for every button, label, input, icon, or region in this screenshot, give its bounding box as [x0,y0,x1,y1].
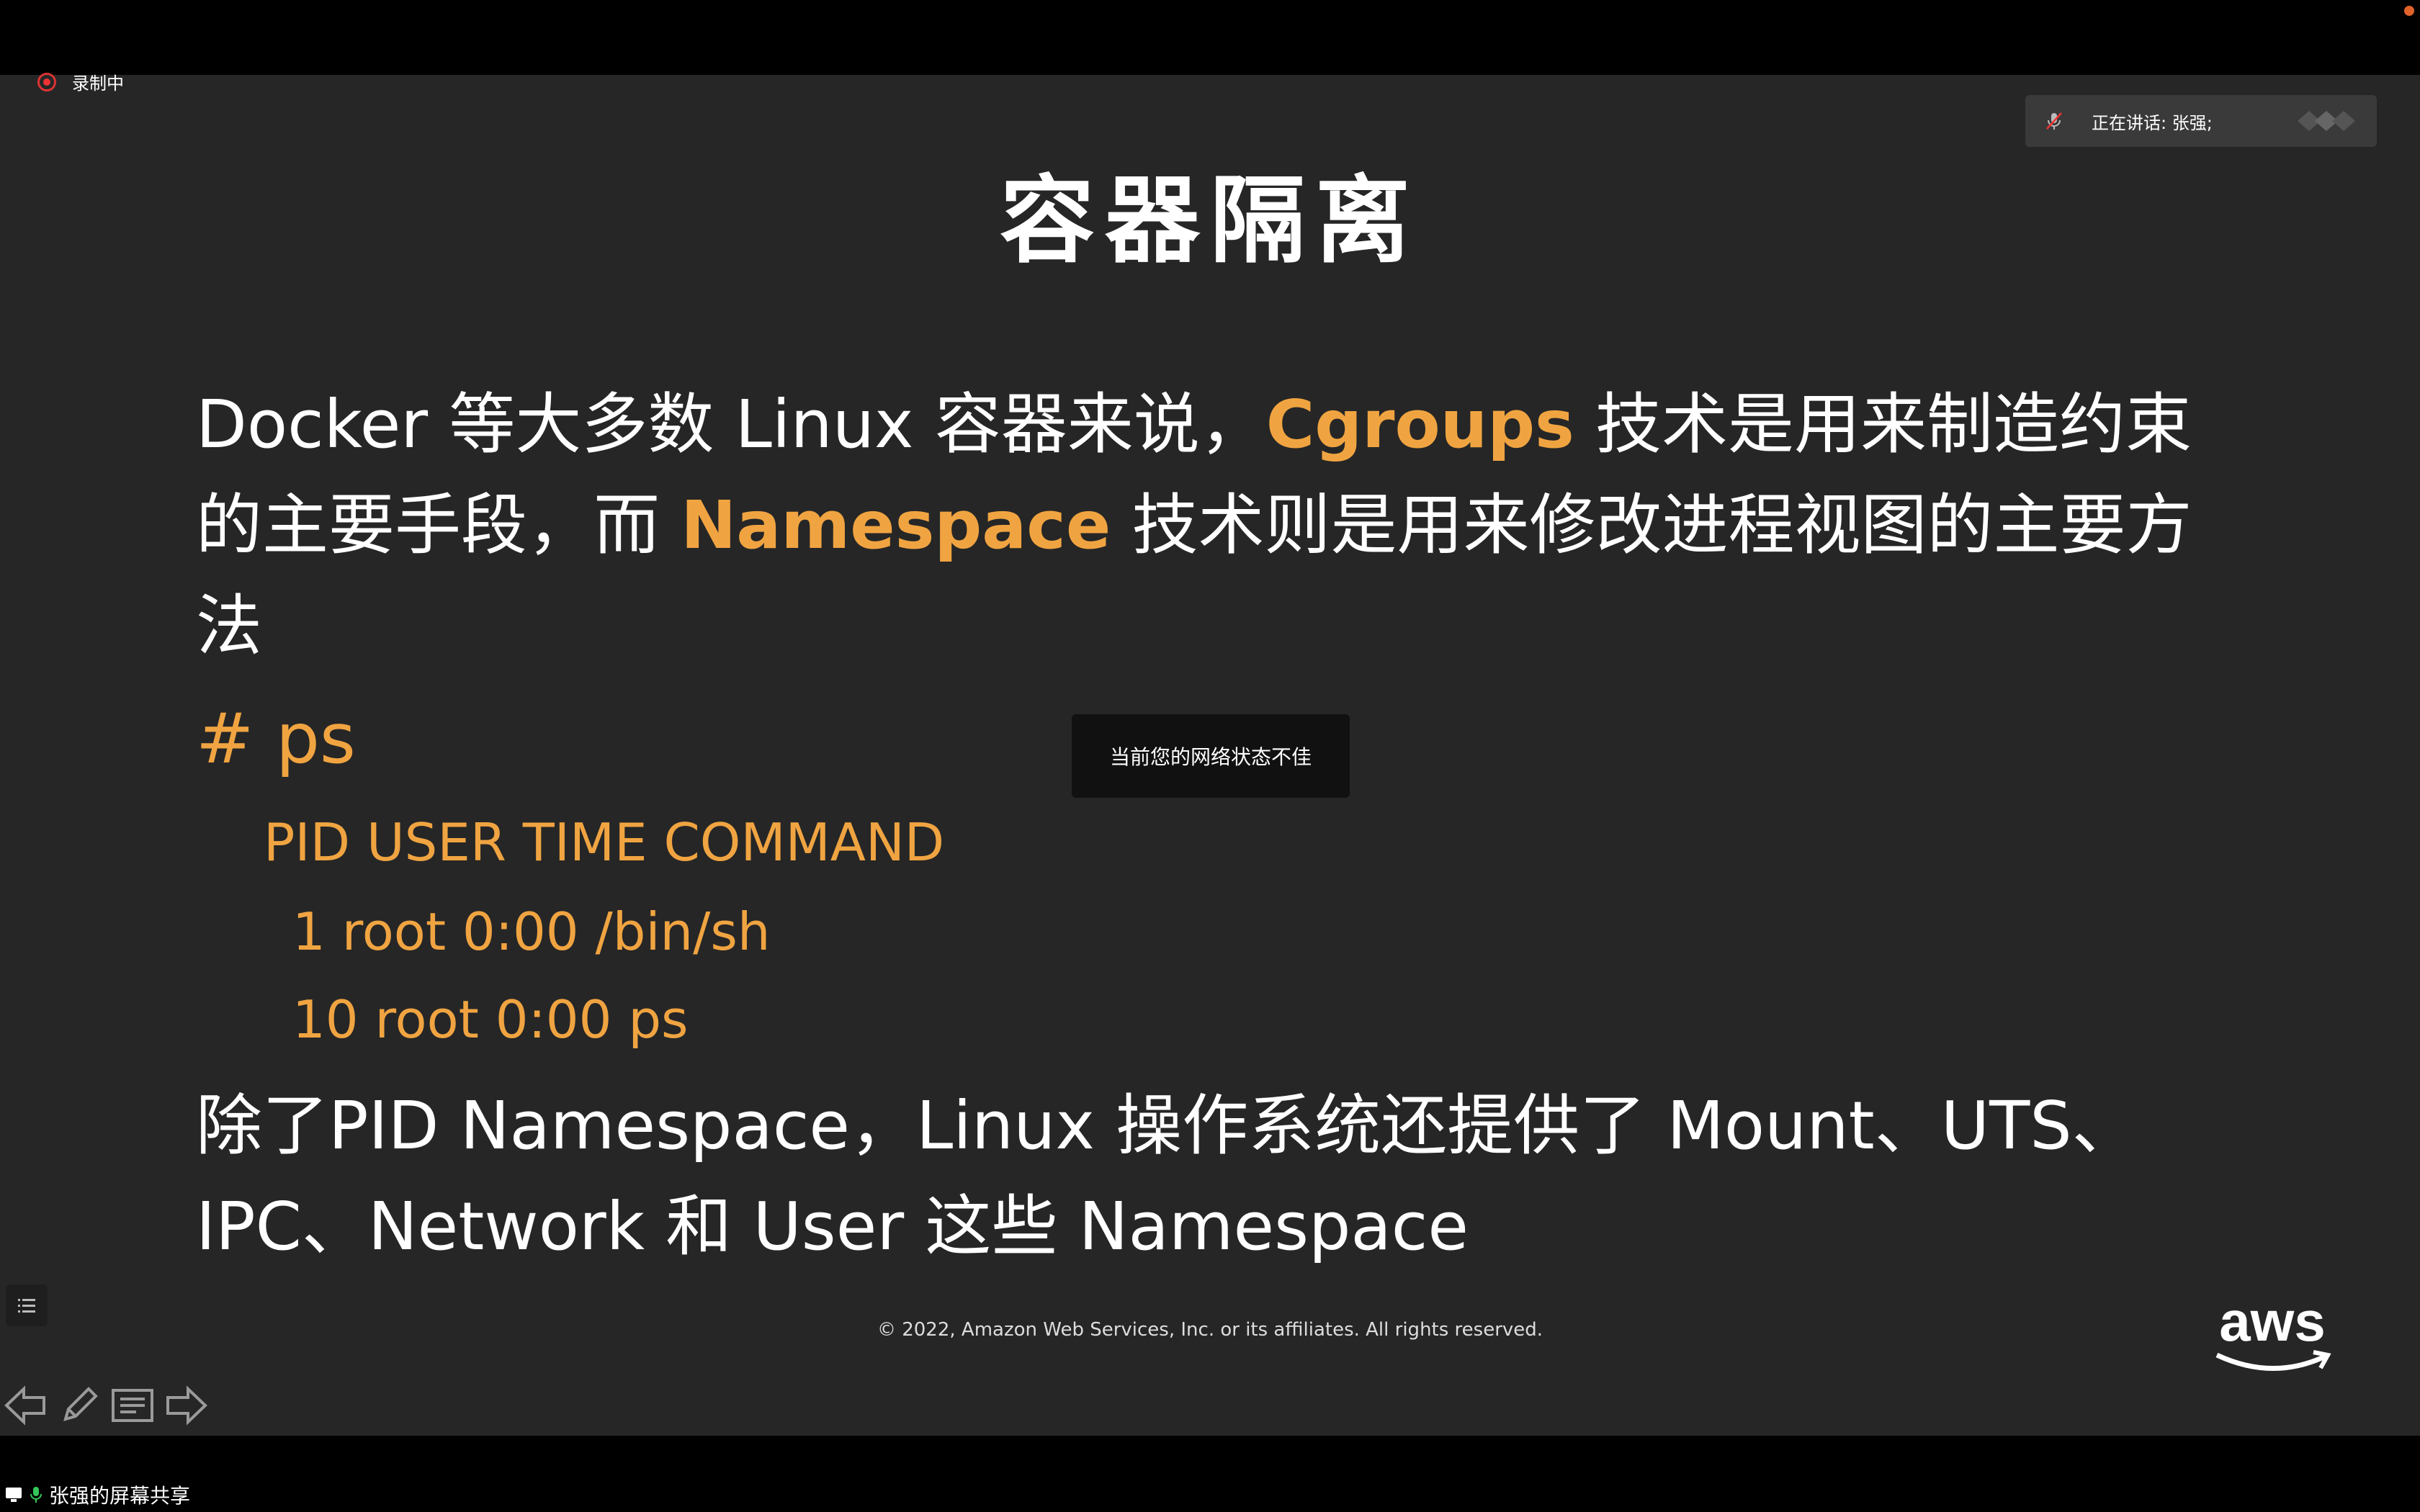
para1-text-1: Docker 等大多数 Linux 容器来说， [196,386,1266,463]
recording-indicator: 录制中 [37,69,124,94]
recording-label: 录制中 [72,73,124,94]
para1-text-4: 技术则是用来修改进程视图的主要方 [1111,487,2192,564]
code-prompt: # ps [196,698,356,779]
highlight-cgroups: Cgroups [1265,386,1574,463]
notes-button[interactable] [109,1382,156,1428]
notes-icon [112,1389,153,1422]
aws-logo-text: aws [2219,1296,2325,1353]
mic-active-icon [30,1487,42,1503]
next-arrow-icon [166,1385,207,1426]
previous-button[interactable] [3,1382,49,1428]
bottom-bar [0,1436,2420,1512]
screen-share-label: 张强的屏幕共享 [4,1480,190,1509]
record-icon [37,72,56,91]
aws-logo: aws [2215,1296,2331,1371]
screen-share-text: 张强的屏幕共享 [49,1484,191,1508]
pen-icon [63,1387,98,1421]
para1-text-5: 法 [196,588,263,665]
next-button[interactable] [163,1382,209,1428]
status-dot [2404,6,2414,16]
speaker-indicator: 正在讲话: 张强; [2025,95,2377,147]
screen-share-icon [6,1488,22,1502]
top-bar [0,0,2420,75]
network-warning-toast: 当前您的网络状态不佳 [1072,714,1350,798]
code-header: PID USER TIME COMMAND [264,812,945,873]
previous-arrow-icon [4,1385,45,1426]
list-icon [18,1299,35,1313]
slide-title: 容器隔离 [1000,166,1420,276]
highlight-namespace: Namespace [681,487,1111,564]
meeting-logo-icon [2298,111,2355,131]
outline-button[interactable] [6,1284,48,1326]
copyright-footer: © 2022, Amazon Web Services, Inc. or its… [877,1319,1543,1341]
mic-muted-icon [2040,107,2069,135]
paragraph-1-line-1: Docker 等大多数 Linux 容器来说，Cgroups 技术是用来制造约束 [196,374,2227,475]
paragraph-2-line-2: IPC、Network 和 User 这些 Namespace [196,1188,1469,1265]
slide-paragraph-1: Docker 等大多数 Linux 容器来说，Cgroups 技术是用来制造约束… [196,374,2227,677]
paragraph-1-line-2: 的主要手段，而 Namespace 技术则是用来修改进程视图的主要方 [196,475,2227,576]
code-row-1: 1 root 0:00 /bin/sh [292,901,771,962]
para1-text-2: 技术是用来制造约束 [1574,386,2192,463]
speaker-label: 正在讲话: 张强; [2092,112,2213,133]
pen-button[interactable] [56,1382,102,1428]
paragraph-1-line-3: 法 [196,576,2227,677]
slide-toolbar [3,1382,209,1428]
code-row-2: 10 root 0:00 ps [292,989,689,1050]
slide-paragraph-2: 除了PID Namespace，Linux 操作系统还提供了 Mount、UTS… [196,1076,2227,1277]
paragraph-2-line-1: 除了PID Namespace，Linux 操作系统还提供了 Mount、UTS… [196,1087,2138,1164]
para1-text-3: 的主要手段，而 [196,487,681,564]
